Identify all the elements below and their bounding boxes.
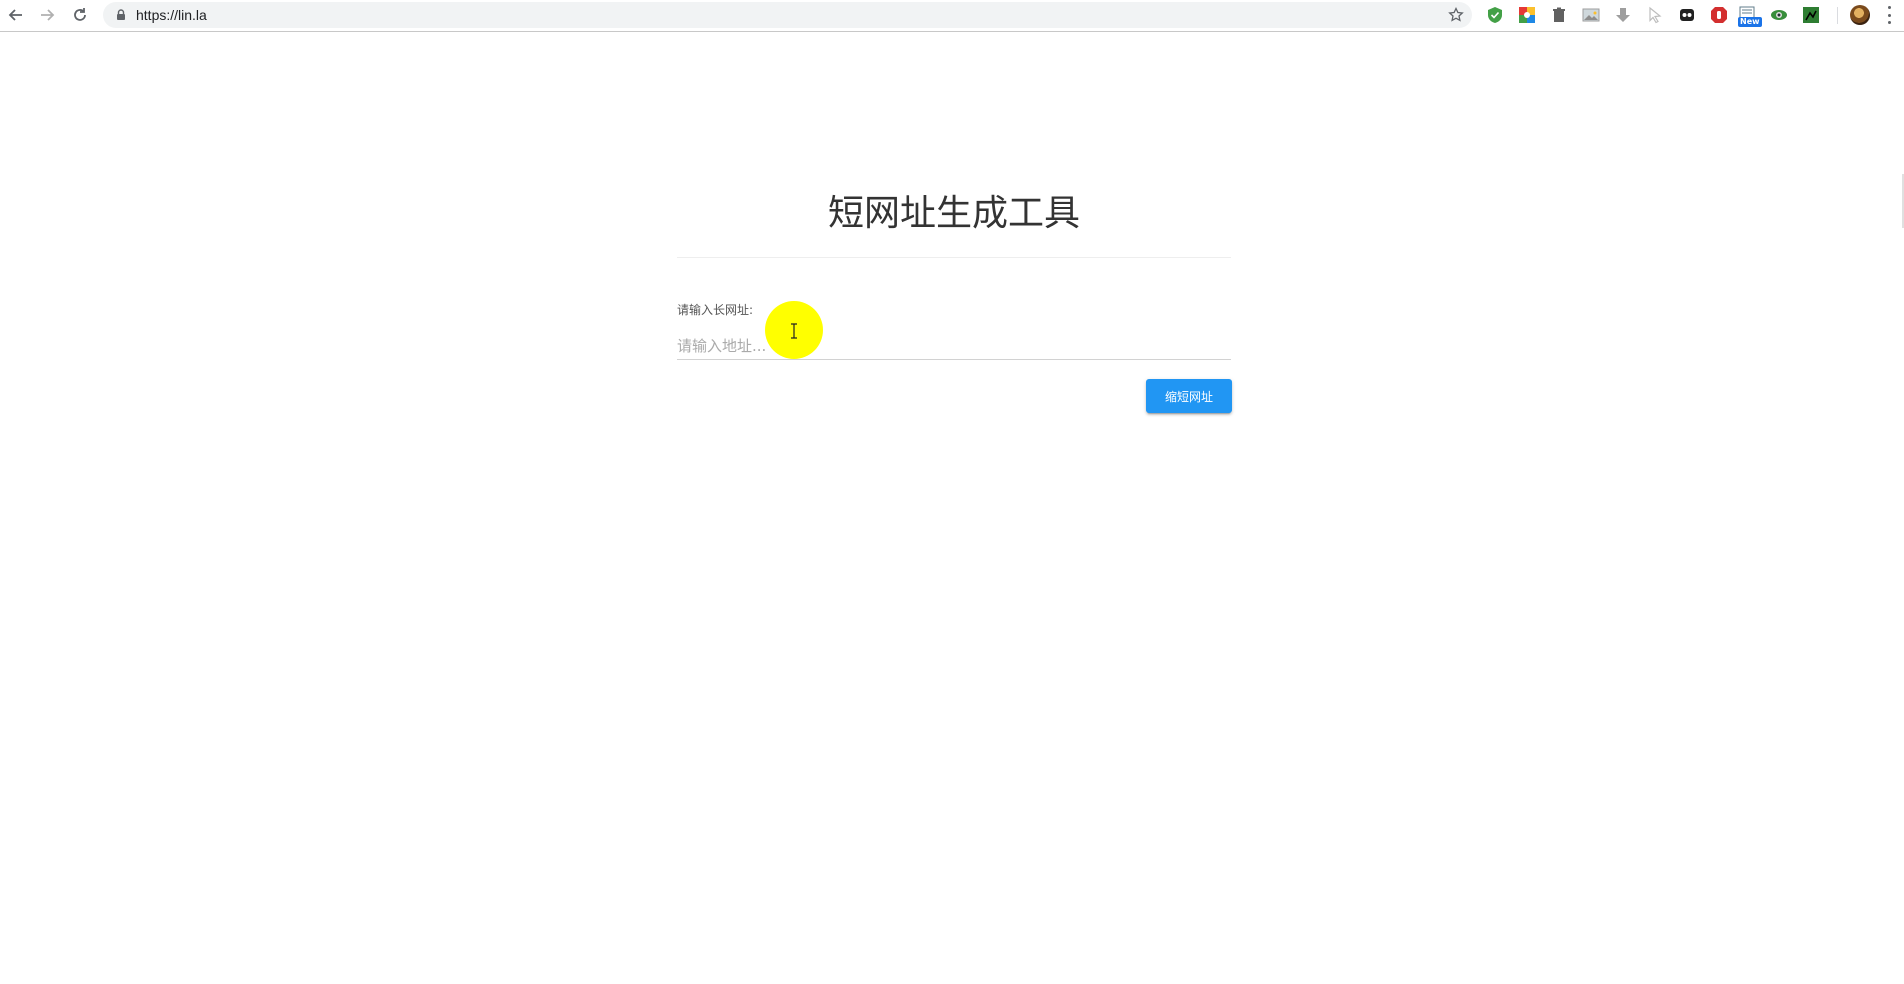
browser-toolbar: https://lin.la New <box>0 0 1904 32</box>
image-icon <box>1582 8 1600 22</box>
menu-dot <box>1887 6 1891 9</box>
ghost-icon <box>1680 9 1694 21</box>
cursor-icon <box>1649 6 1662 24</box>
extension-shield[interactable] <box>1486 6 1504 24</box>
long-url-label: 请输入长网址: <box>677 303 754 317</box>
new-badge: New <box>1738 17 1762 27</box>
shorten-url-button[interactable]: 缩短网址 <box>1146 379 1232 413</box>
extension-cursor[interactable] <box>1646 6 1664 24</box>
long-url-input[interactable] <box>677 332 1231 360</box>
green-ext-icon <box>1803 7 1819 23</box>
extension-download[interactable] <box>1614 6 1632 24</box>
extension-image[interactable] <box>1582 6 1600 24</box>
eye-ext-icon <box>1771 10 1787 20</box>
extension-grid[interactable] <box>1518 6 1536 24</box>
bookmark-star-icon[interactable] <box>1448 7 1464 23</box>
address-bar[interactable]: https://lin.la <box>103 2 1472 28</box>
stop-hand-icon <box>1711 7 1727 23</box>
extension-stop[interactable] <box>1710 6 1728 24</box>
url-text[interactable]: https://lin.la <box>136 2 207 28</box>
back-button[interactable] <box>4 3 28 27</box>
menu-dot <box>1887 21 1891 24</box>
profile-avatar[interactable] <box>1850 5 1870 25</box>
toolbar-separator <box>1837 7 1838 24</box>
forward-button[interactable] <box>35 3 59 27</box>
extension-trash[interactable] <box>1550 6 1568 24</box>
text-cursor-icon <box>791 323 797 339</box>
page-title: 短网址生成工具 <box>827 193 1080 234</box>
lock-icon <box>117 9 125 20</box>
arrow-left-icon <box>8 9 22 21</box>
browser-menu-button[interactable] <box>1885 6 1893 24</box>
reload-icon <box>74 8 86 21</box>
download-arrow-icon <box>1616 8 1630 22</box>
title-divider <box>677 257 1231 258</box>
menu-dot <box>1887 13 1891 17</box>
extension-eye[interactable] <box>1770 6 1788 24</box>
shield-check-icon <box>1488 7 1502 23</box>
trash-icon <box>1553 7 1565 22</box>
extension-green[interactable] <box>1802 6 1820 24</box>
reload-button[interactable] <box>68 3 92 27</box>
extension-ghost[interactable] <box>1678 6 1696 24</box>
arrow-right-icon <box>41 9 55 21</box>
chrome-grid-icon <box>1519 7 1535 23</box>
